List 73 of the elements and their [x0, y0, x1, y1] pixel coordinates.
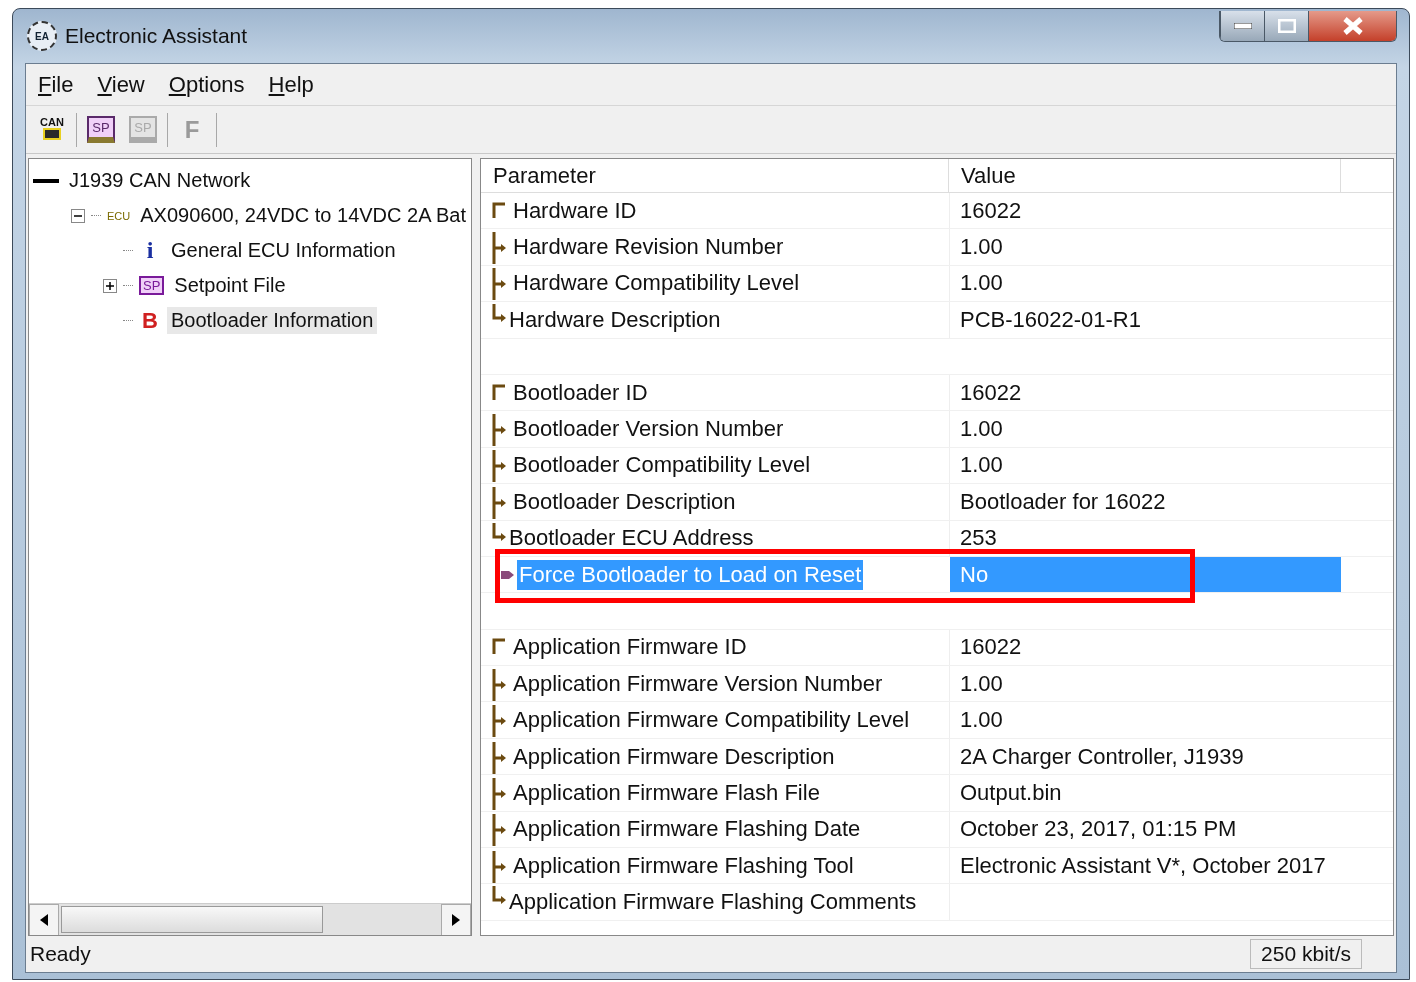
setpoint-icon: SP — [139, 276, 165, 295]
bootloader-icon: B — [139, 307, 161, 334]
parameter-cell[interactable]: Bootloader Compatibility Level — [511, 450, 813, 481]
value-cell[interactable]: 1.00 — [949, 229, 1341, 265]
value-cell[interactable]: PCB-16022-01-R1 — [949, 302, 1341, 338]
minimize-button[interactable] — [1220, 11, 1264, 41]
value-cell[interactable]: Electronic Assistant V*, October 2017 — [949, 848, 1341, 884]
parameter-cell[interactable]: Hardware Revision Number — [511, 232, 786, 263]
column-header[interactable]: Parameter — [481, 159, 949, 193]
toolbar-button[interactable]: SP — [83, 110, 119, 149]
expand-toggle[interactable] — [103, 278, 117, 293]
toolbar-button[interactable]: CAN — [34, 110, 70, 149]
scrollbar-thumb[interactable] — [61, 906, 323, 933]
value-cell[interactable]: October 23, 2017, 01:15 PM — [949, 811, 1341, 848]
parameter-cell[interactable]: Hardware Compatibility Level — [511, 268, 802, 299]
tree-item[interactable]: Bootloader Information — [167, 307, 378, 334]
status-text: Ready — [30, 942, 92, 966]
maximize-button[interactable] — [1264, 11, 1308, 41]
right-arrow-icon — [452, 914, 460, 926]
parameter-cell[interactable]: Hardware Description — [507, 304, 723, 335]
minimize-icon — [1233, 23, 1252, 29]
value-cell[interactable]: 253 — [949, 520, 1341, 556]
value-cell[interactable]: 2A Charger Controller, J1939 — [949, 738, 1341, 775]
value-cell[interactable]: 16022 — [949, 629, 1341, 666]
window-title: Electronic Assistant — [65, 24, 249, 48]
value-cell[interactable]: Output.bin — [949, 775, 1341, 811]
menu-item[interactable]: View — [89, 71, 153, 98]
menu-item[interactable]: Options — [160, 71, 253, 98]
parameter-cell[interactable]: Application Firmware Compatibility Level — [511, 705, 912, 736]
parameter-cell[interactable]: Application Firmware Flashing Tool — [511, 850, 856, 881]
maximize-icon — [1277, 19, 1296, 33]
dash-icon — [33, 178, 59, 183]
close-icon — [1341, 17, 1364, 35]
app-logo: EA — [27, 21, 57, 51]
info-icon: i — [139, 237, 161, 264]
setpoint-save-icon: SP — [129, 116, 157, 143]
value-cell[interactable]: 1.00 — [949, 265, 1341, 302]
tree-item[interactable]: AX090600, 24VDC to 14VDC 2A Bat — [136, 202, 470, 229]
tree-item[interactable]: J1939 CAN Network — [65, 167, 255, 194]
value-cell[interactable]: 1.00 — [949, 666, 1341, 702]
value-cell[interactable]: 1.00 — [949, 447, 1341, 484]
parameter-cell[interactable]: Bootloader Version Number — [511, 414, 786, 445]
tree-item[interactable]: Setpoint File — [170, 272, 290, 299]
value-cell[interactable]: 1.00 — [949, 702, 1341, 738]
value-cell[interactable]: Bootloader for 16022 — [949, 484, 1341, 520]
parameter-cell[interactable]: Application Firmware Description — [511, 741, 837, 772]
parameter-cell[interactable]: Bootloader Description — [511, 486, 738, 517]
scroll-left-button[interactable] — [29, 904, 59, 935]
parameter-cell[interactable]: Application Firmware Flash File — [511, 777, 822, 808]
setpoint-open-icon: SP — [87, 116, 115, 143]
flash-icon: F — [184, 115, 200, 144]
ecu-icon: ECU — [107, 209, 131, 222]
plus-icon — [106, 281, 114, 290]
close-button[interactable] — [1308, 11, 1396, 41]
parameter-cell[interactable]: Application Firmware ID — [511, 632, 749, 663]
column-header[interactable]: Value — [949, 159, 1341, 193]
value-cell[interactable]: 1.00 — [949, 411, 1341, 447]
collapse-toggle[interactable] — [71, 208, 85, 223]
parameter-cell[interactable]: Bootloader ECU Address — [507, 523, 756, 554]
parameter-cell[interactable]: Application Firmware Version Number — [511, 668, 885, 699]
value-cell[interactable]: 16022 — [949, 374, 1341, 411]
scroll-right-button[interactable] — [441, 904, 471, 935]
parameter-cell[interactable]: Bootloader ID — [511, 377, 650, 408]
parameter-cell[interactable]: Hardware ID — [511, 195, 639, 226]
left-arrow-icon — [40, 914, 48, 926]
menu-item[interactable]: File — [30, 71, 82, 98]
parameter-cell[interactable]: Application Firmware Flashing Date — [511, 814, 863, 845]
row-marker-icon — [501, 568, 515, 581]
menu-item[interactable]: Help — [260, 71, 322, 98]
value-cell[interactable]: 16022 — [949, 193, 1341, 229]
bitrate-pane: 250 kbit/s — [1250, 939, 1362, 969]
parameter-cell[interactable]: Application Firmware Flashing Comments — [507, 887, 919, 918]
tree-item[interactable]: General ECU Information — [167, 237, 400, 264]
